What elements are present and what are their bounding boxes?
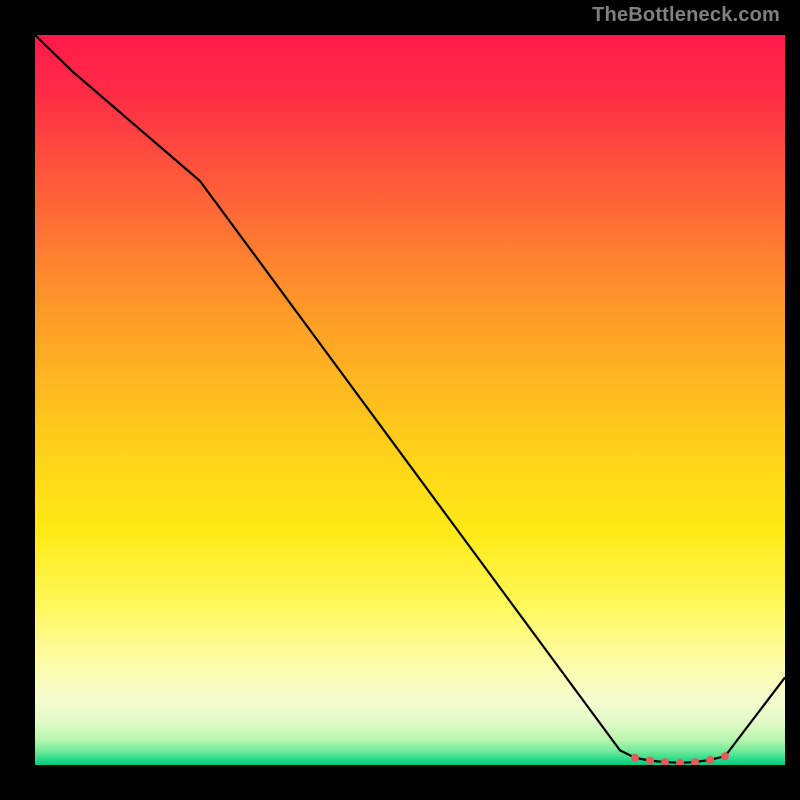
plot-area [35, 35, 785, 765]
marker-dot [661, 758, 669, 765]
marker-dot [706, 756, 714, 764]
chart-container: TheBottleneck.com [0, 0, 800, 800]
chart-overlay [35, 35, 785, 765]
marker-dot [691, 758, 699, 765]
marker-dot [631, 754, 639, 762]
marker-dot [676, 759, 684, 765]
curve-line [35, 35, 785, 763]
watermark-text: TheBottleneck.com [592, 4, 780, 27]
marker-dot [721, 752, 729, 760]
marker-dot [646, 757, 654, 765]
